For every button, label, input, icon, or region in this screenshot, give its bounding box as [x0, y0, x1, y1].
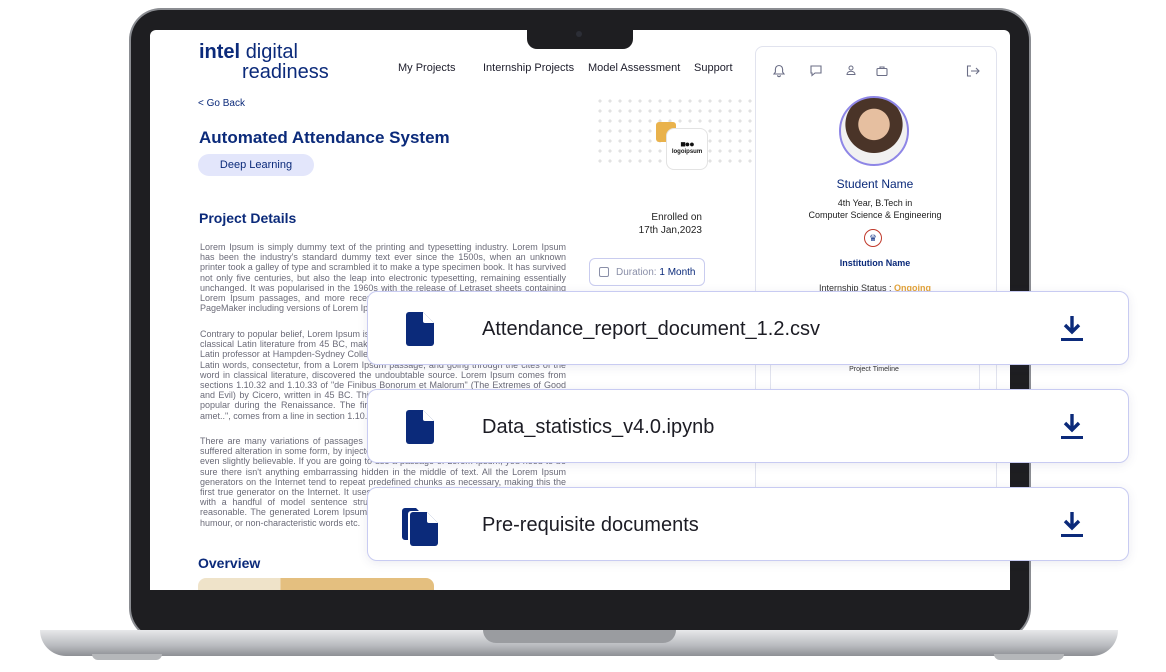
duration-label: Duration:: [616, 267, 657, 278]
institution-crest-icon: ♛: [864, 229, 882, 247]
student-name: Student Name: [836, 177, 914, 191]
download-icon[interactable]: [1060, 413, 1084, 441]
file-card[interactable]: Attendance_report_document_1.2.csv: [367, 291, 1129, 365]
file-icon: [406, 410, 434, 444]
enrolled-info: Enrolled on 17th Jan,2023: [610, 211, 702, 237]
brand-intel: intel: [199, 41, 241, 63]
page-title: Automated Attendance System: [199, 128, 450, 147]
student-program: 4th Year, B.Tech in Computer Science & E…: [755, 197, 995, 221]
logout-icon[interactable]: [965, 64, 981, 78]
overview-heading: Overview: [198, 555, 261, 571]
file-name: Attendance_report_document_1.2.csv: [482, 318, 820, 340]
company-logo: ■●● logoipsum: [666, 128, 708, 170]
nav-model-assessment[interactable]: Model Assessment: [588, 62, 680, 74]
nav-internship-projects[interactable]: Internship Projects: [483, 62, 574, 74]
go-back-link[interactable]: < Go Back: [198, 98, 245, 109]
chat-icon[interactable]: [809, 64, 823, 78]
institution-name: Institution Name: [839, 258, 911, 268]
duration-badge: Duration: 1 Month: [589, 258, 705, 286]
laptop-base-notch: [483, 630, 676, 643]
logo-text: logoipsum: [671, 149, 703, 155]
files-stack-icon: [402, 508, 438, 546]
student-year: 4th Year, B.Tech in: [837, 198, 913, 208]
calendar-icon: [599, 267, 609, 277]
file-card[interactable]: Data_statistics_v4.0.ipynb: [367, 389, 1129, 463]
project-timeline-label: Project Timeline: [849, 366, 899, 373]
user-icon[interactable]: [845, 64, 857, 76]
download-icon[interactable]: [1060, 315, 1084, 343]
duration-value: 1 Month: [659, 267, 696, 278]
file-icon: [406, 312, 434, 346]
enrolled-label: Enrolled on: [651, 212, 702, 223]
category-tag: Deep Learning: [198, 154, 314, 176]
nav-my-projects[interactable]: My Projects: [398, 62, 455, 74]
overview-image: [198, 578, 434, 590]
nav-support[interactable]: Support: [694, 62, 733, 74]
student-course: Computer Science & Engineering: [808, 210, 942, 220]
brand-logo[interactable]: intel digital readiness: [199, 42, 329, 82]
brand-digital: digital: [245, 41, 298, 63]
laptop-foot-right: [994, 654, 1064, 660]
enrolled-date: 17th Jan,2023: [638, 225, 702, 236]
project-details-heading: Project Details: [199, 210, 297, 226]
file-card[interactable]: Pre-requisite documents: [367, 487, 1129, 561]
file-name: Pre-requisite documents: [482, 514, 699, 536]
bell-icon[interactable]: [772, 64, 786, 78]
file-name: Data_statistics_v4.0.ipynb: [482, 416, 715, 438]
brand-readiness: readiness: [242, 61, 329, 83]
avatar: [839, 96, 909, 166]
logo-mark-icon: ■●●: [680, 139, 694, 149]
laptop-foot-left: [92, 654, 162, 660]
briefcase-icon[interactable]: [875, 64, 889, 78]
camera-icon: [576, 31, 582, 37]
download-icon[interactable]: [1060, 511, 1084, 539]
